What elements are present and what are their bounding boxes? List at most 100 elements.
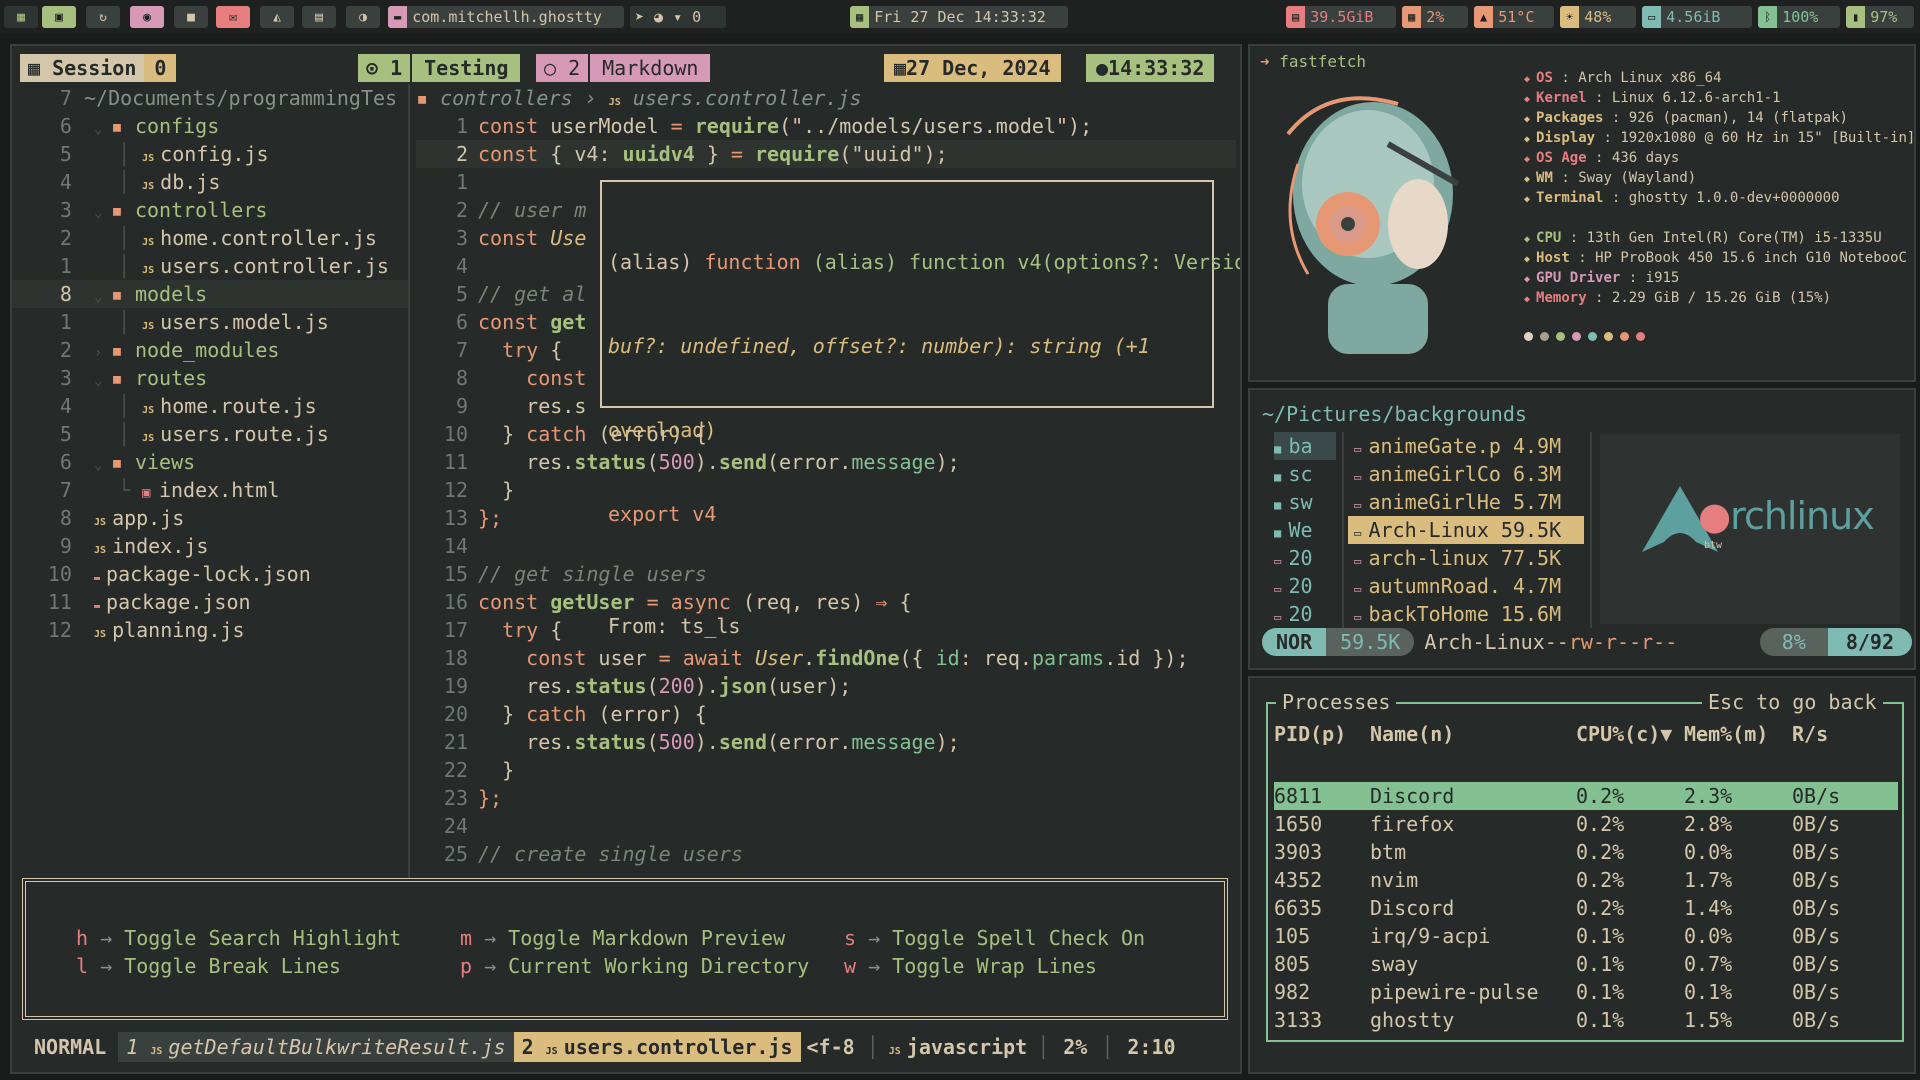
active-window-chip[interactable]: ▬ com.mitchellh.ghostty	[388, 6, 624, 28]
parent-entry[interactable]: ■ We	[1274, 516, 1336, 544]
tree-row[interactable]: 7 └ ▣ index.html	[12, 476, 408, 504]
file-encoding: <f-8	[806, 1035, 855, 1059]
process-row[interactable]: 982 pipewire-pulse 0.1% 0.1% 0B/s	[1274, 978, 1898, 1006]
disk-chip[interactable]: ▭ 4.56iB	[1642, 6, 1752, 28]
terminal-window-nvim[interactable]: ▦ Session 0 ⊙ 1 Testing ○ 2 Markdown ▦ 2…	[10, 44, 1242, 1074]
memory-chip[interactable]: ▤ 39.5GiB	[1286, 6, 1396, 28]
file-tree[interactable]: 7 ~/Documents/programmingTes 6 ⌄ ▪ confi…	[12, 84, 410, 912]
book-icon[interactable]: ▤	[302, 6, 336, 28]
breadcrumb-file[interactable]: users.controller.js	[633, 86, 862, 110]
tmux-tab-1[interactable]: ⊙ 1 Testing	[358, 54, 521, 82]
tree-row[interactable]: 9 JS index.js	[12, 532, 408, 560]
battery-chip[interactable]: ▮ 97%	[1846, 6, 1914, 28]
process-row[interactable]: 4352 nvim 0.2% 1.7% 0B/s	[1274, 866, 1898, 894]
temperature-chip[interactable]: ▲ 51°C	[1474, 6, 1554, 28]
drive-icon[interactable]: ◭	[260, 6, 294, 28]
cpu-chip[interactable]: ▦ 2%	[1402, 6, 1468, 28]
folder-icon: ▪	[110, 282, 135, 306]
mail-icon[interactable]: ✉	[216, 6, 250, 28]
parent-entry[interactable]: ▭ 20	[1274, 572, 1336, 600]
file-entry[interactable]: ▭ animeGate.p 4.9M	[1348, 432, 1584, 460]
tree-row[interactable]: 1 │ JS users.controller.js	[12, 252, 408, 280]
tree-row[interactable]: 5 │ JS users.route.js	[12, 420, 408, 448]
terminal-window-fastfetch[interactable]: ➜ fastfetch ◆ OS : Arch Linux x86_64 ◆ Ke…	[1248, 44, 1916, 382]
tree-row[interactable]: 1 │ JS users.model.js	[12, 308, 408, 336]
file-entry[interactable]: ▭ animeGirlCo 6.3M	[1348, 460, 1584, 488]
chart-pie-icon[interactable]: ◑	[346, 6, 380, 28]
tree-row[interactable]: 12 JS planning.js	[12, 616, 408, 644]
tree-row[interactable]: 7 ~/Documents/programmingTes	[12, 84, 408, 112]
column-header[interactable]: PID(p)	[1274, 720, 1346, 748]
process-row[interactable]: 6635 Discord 0.2% 1.4% 0B/s	[1274, 894, 1898, 922]
file-entry[interactable]: ▭ backToHome 15.6M	[1348, 600, 1584, 628]
discord-icon[interactable]: ◕	[649, 6, 668, 28]
code-line[interactable]: 25 // create single users	[416, 840, 1236, 868]
parent-entry[interactable]: ▭ 20	[1274, 544, 1336, 572]
breadcrumb-dir[interactable]: controllers	[440, 86, 572, 110]
clock-chip[interactable]: ▦ Fri 27 Dec 14:33:32	[850, 6, 1068, 28]
grid-icon[interactable]: ▦	[4, 6, 38, 28]
code-line[interactable]: 2 const { v4: uuidv4 } = require("uuid");	[416, 140, 1236, 168]
tmux-session[interactable]: ▦ Session 0	[20, 54, 177, 82]
tree-row[interactable]: 5 │ JS config.js	[12, 140, 408, 168]
parent-entry[interactable]: ■ ba	[1274, 432, 1336, 460]
tree-row[interactable]: 3 ⌄ ▪ routes	[12, 364, 408, 392]
process-row[interactable]: 805 sway 0.1% 0.7% 0B/s	[1274, 950, 1898, 978]
process-row[interactable]: 3133 ghostty 0.1% 1.5% 0B/s	[1274, 1006, 1898, 1034]
file-entry[interactable]: ▭ autumnRoad. 4.7M	[1348, 572, 1584, 600]
tree-row[interactable]: 4 │ JS db.js	[12, 168, 408, 196]
code-line[interactable]: 1 const userModel = require("../models/us…	[416, 112, 1236, 140]
file-entry[interactable]: ▭ arch-linux 77.5K	[1348, 544, 1584, 572]
monitor-icon[interactable]: ▣	[42, 6, 76, 28]
refresh-icon[interactable]: ↻	[86, 6, 120, 28]
yazi-file-list[interactable]: ▭ animeGate.p 4.9M ▭ animeGirlCo 6.3M ▭ an…	[1348, 432, 1584, 628]
tree-row[interactable]: 11 ▬ package.json	[12, 588, 408, 616]
brightness-chip[interactable]: ☀ 48%	[1560, 6, 1636, 28]
code-line[interactable]: 24	[416, 812, 1236, 840]
file-entry[interactable]: ▭ Arch-Linux 59.5K	[1348, 516, 1584, 544]
column-header[interactable]: R/s	[1792, 720, 1828, 748]
code-line[interactable]: 22 }	[416, 756, 1236, 784]
tree-row[interactable]: 10 ▬ package-lock.json	[12, 560, 408, 588]
folder-icon[interactable]: ■	[174, 6, 208, 28]
line-number: 3	[35, 198, 84, 222]
tree-row[interactable]: 8 ⌄ ▪ models	[12, 280, 408, 308]
code-line[interactable]: 23};	[416, 784, 1236, 812]
tree-entry-name: home.controller.js	[160, 226, 377, 250]
file-entry[interactable]: ▭ animeGirlHe 5.7M	[1348, 488, 1584, 516]
tree-row[interactable]: 2 › ▪ node_modules	[12, 336, 408, 364]
process-row[interactable]: 6811 Discord 0.2% 2.3% 0B/s	[1274, 782, 1898, 810]
bluetooth-chip[interactable]: ᛒ 100%	[1758, 6, 1840, 28]
tree-row[interactable]: 3 ⌄ ▪ controllers	[12, 196, 408, 224]
parent-entry[interactable]: ■ sc	[1274, 460, 1336, 488]
parent-entry[interactable]: ■ sw	[1274, 488, 1336, 516]
column-header[interactable]: CPU%(c)▼	[1576, 720, 1672, 748]
column-header[interactable]: Mem%(m)	[1684, 720, 1768, 748]
process-row[interactable]: 3903 btm 0.2% 0.0% 0B/s	[1274, 838, 1898, 866]
info-sep: :	[1561, 230, 1587, 246]
tree-row[interactable]: 2 │ JS home.controller.js	[12, 224, 408, 252]
wifi-icon[interactable]: ▾	[668, 6, 687, 28]
process-row[interactable]: 1650 firefox 0.2% 2.8% 0B/s	[1274, 810, 1898, 838]
tmux-tab-2[interactable]: ○ 2 Markdown	[536, 54, 711, 82]
parent-entry[interactable]: ▭ 20	[1274, 600, 1336, 628]
terminal-window-yazi[interactable]: ~/Pictures/backgrounds ■ ba ■ sc ■ sw ■ We ▭…	[1248, 388, 1916, 670]
gamepad-icon[interactable]: ◉	[130, 6, 164, 28]
tree-guide: │	[118, 310, 143, 334]
terminal-window-btm[interactable]: Processes Esc to go back PID(p) Name(n) CP…	[1248, 676, 1916, 1074]
process-table[interactable]: 6811 Discord 0.2% 2.3% 0B/s 1650 firefox 0.2% 2.…	[1274, 782, 1898, 1034]
code-line[interactable]: 20 } catch (error) {	[416, 700, 1236, 728]
tree-row[interactable]: 8 JS app.js	[12, 504, 408, 532]
process-header[interactable]: PID(p) Name(n) CPU%(c)▼ Mem%(m) R/s	[1274, 720, 1898, 748]
code-line[interactable]: 21 res.status(500).send(error.message);	[416, 728, 1236, 756]
process-row[interactable]: 105 irq/9-acpi 0.1% 0.0% 0B/s	[1274, 922, 1898, 950]
telegram-icon[interactable]: ➤	[630, 6, 649, 28]
tree-row[interactable]: 4 │ JS home.route.js	[12, 392, 408, 420]
buffer-tab-1[interactable]: 1 JS getDefaultBulkwriteResult.js	[118, 1032, 514, 1062]
column-header[interactable]: Name(n)	[1370, 720, 1454, 748]
yazi-parent-list[interactable]: ■ ba ■ sc ■ sw ■ We ▭ 20 ▭ 20 ▭ 20	[1274, 432, 1336, 628]
tree-entry-name: views	[134, 450, 196, 474]
tree-row[interactable]: 6 ⌄ ▪ configs	[12, 112, 408, 140]
buffer-tab-2[interactable]: 2 JS users.controller.js	[513, 1032, 801, 1062]
tree-row[interactable]: 6 ⌄ ▪ views	[12, 448, 408, 476]
